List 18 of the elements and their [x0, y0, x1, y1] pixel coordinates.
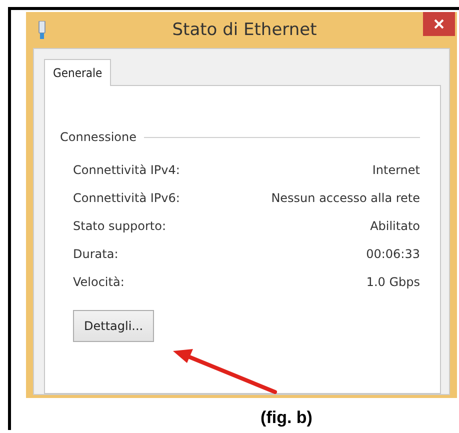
close-button[interactable]	[423, 12, 455, 36]
tab[interactable]: Generale	[44, 59, 112, 86]
field-value: 00:06:33	[366, 247, 420, 261]
field-value: Internet	[372, 163, 420, 177]
close-icon	[434, 19, 444, 29]
details-button[interactable]: Dettagli...	[73, 310, 154, 342]
field-label: Connettività IPv4:	[73, 163, 180, 177]
field-value: Nessun accesso alla rete	[271, 191, 420, 205]
field-label: Stato supporto:	[73, 219, 166, 233]
field-value: 1.0 Gbps	[366, 275, 420, 289]
field-label: Velocità:	[73, 275, 124, 289]
network-adapter-icon	[38, 21, 46, 39]
group-title: Connessione	[60, 130, 136, 144]
field-value: Abilitato	[370, 219, 420, 233]
field-label: Durata:	[73, 247, 118, 261]
window-title: Stato di Ethernet	[171, 20, 318, 40]
figure-caption: (fig. b)	[260, 407, 314, 428]
field-label: Connettività IPv6:	[73, 191, 180, 205]
